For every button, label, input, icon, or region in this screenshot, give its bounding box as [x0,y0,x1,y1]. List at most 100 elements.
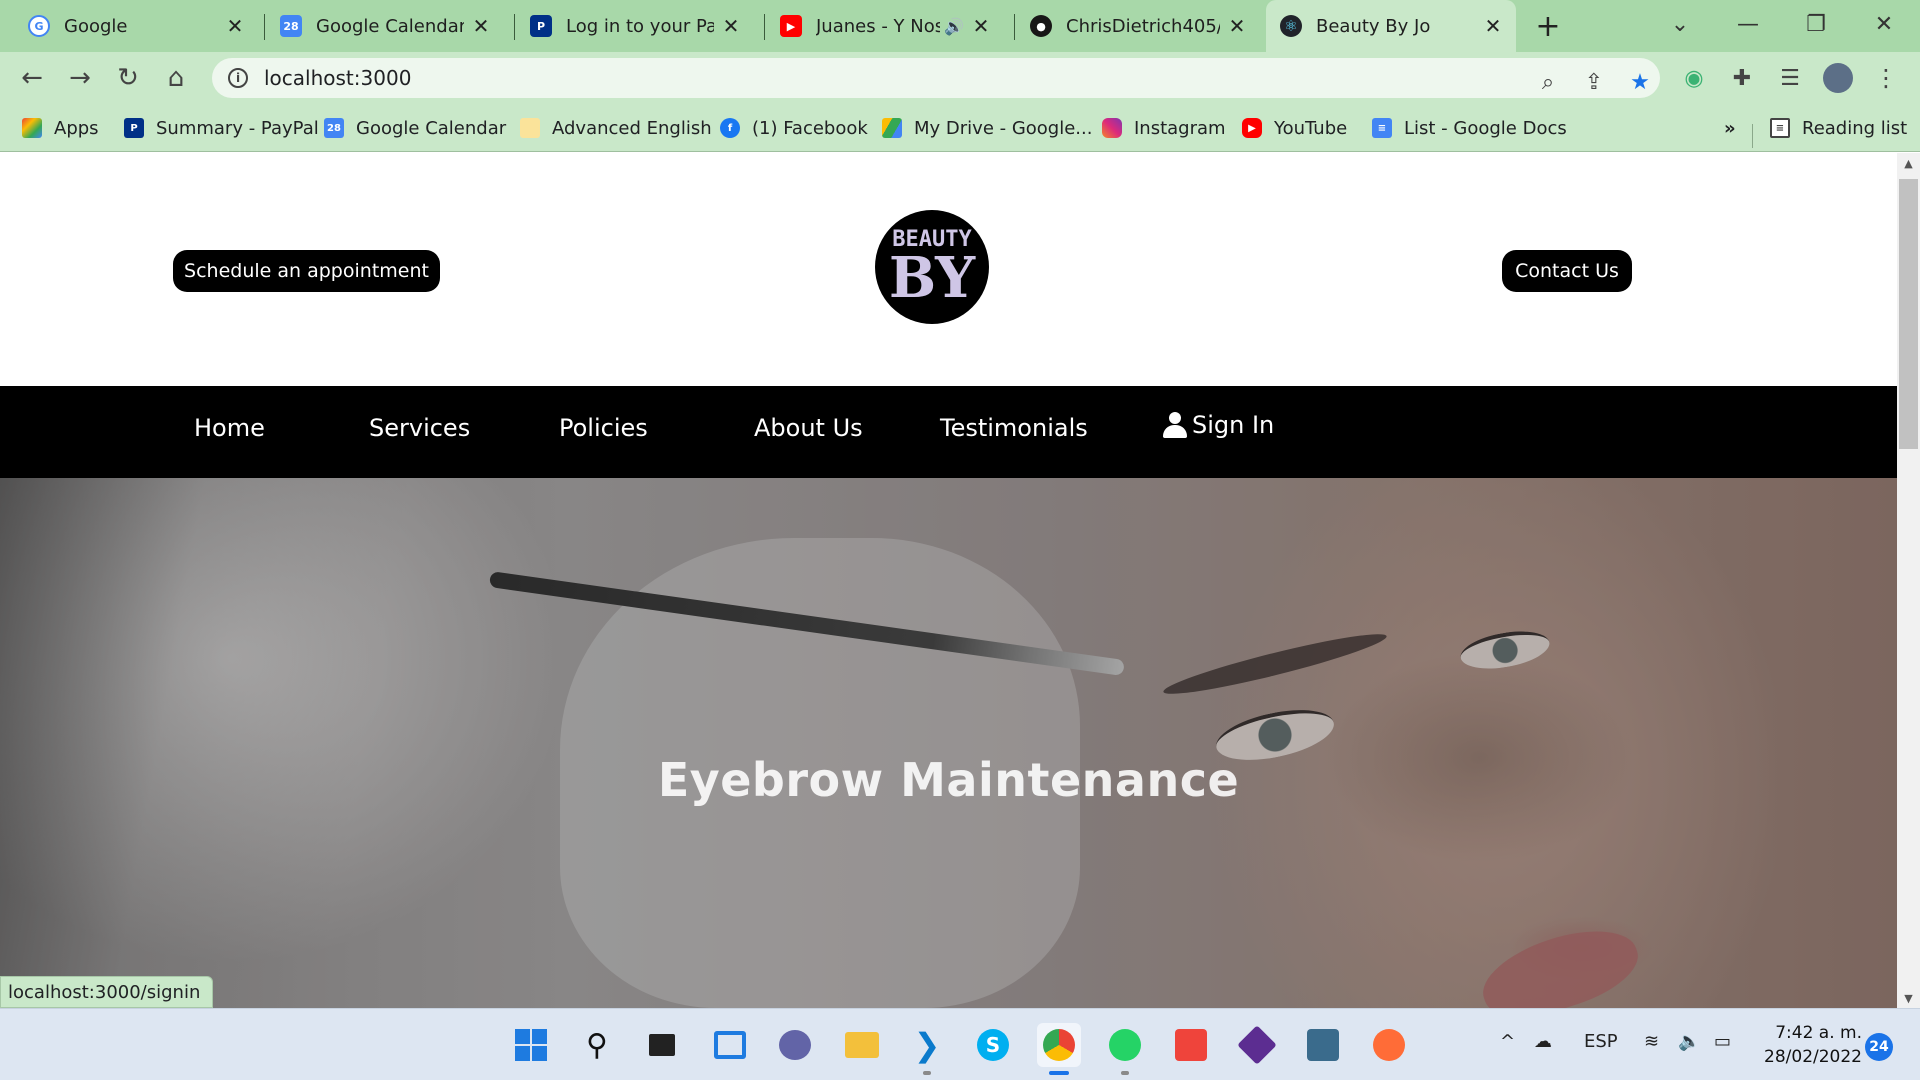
speaker-icon[interactable]: 🔊 [944,17,964,36]
tab-title: ChrisDietrich405/be [1066,15,1220,37]
new-tab-button[interactable]: + [1528,8,1568,44]
browser-tab-strip: G Google ✕ 28 Google Calendar - ✕ P Log … [0,0,1920,52]
battery-icon[interactable]: ▭ [1714,1031,1731,1052]
nav-about-us[interactable]: About Us [754,414,863,442]
notification-count-badge[interactable]: 24 [1865,1033,1893,1061]
widgets-icon[interactable] [708,1023,752,1067]
postman-icon[interactable] [1367,1023,1411,1067]
volume-icon[interactable]: 🔈 [1678,1031,1700,1052]
language-indicator[interactable]: ESP [1584,1031,1618,1052]
file-explorer-icon[interactable] [840,1023,884,1067]
tab-paypal-login[interactable]: P Log in to your PayP ✕ [516,4,754,48]
bookmarks-overflow-button[interactable]: » [1724,114,1736,142]
media-controls-icon[interactable]: ☰ [1772,60,1808,96]
share-icon[interactable]: ⇪ [1578,66,1610,98]
page-viewport: Schedule an appointment BEAUTY BY Contac… [0,153,1897,1008]
nav-policies[interactable]: Policies [559,414,648,442]
search-icon[interactable]: ⚲ [575,1023,619,1067]
scrollbar-thumb[interactable] [1899,179,1918,449]
whatsapp-icon[interactable] [1103,1023,1147,1067]
skype-icon[interactable]: S [971,1023,1015,1067]
vscode-icon[interactable]: ❯ [905,1023,949,1067]
extension-icon[interactable]: ◉ [1676,60,1712,96]
tab-title: Juanes - Y Nos [816,15,941,37]
clock-date: 28/02/2022 [1764,1047,1862,1067]
mysql-workbench-icon[interactable] [1301,1023,1345,1067]
site-header: Schedule an appointment BEAUTY BY Contac… [0,153,1897,386]
hero-title: Eyebrow Maintenance [657,753,1240,807]
system-clock[interactable]: 7:42 a. m. 28/02/2022 [1752,1021,1862,1069]
teams-chat-icon[interactable] [773,1023,817,1067]
tab-search-dropdown-icon[interactable]: ⌄ [1660,6,1700,42]
nav-home[interactable]: Home [194,414,265,442]
close-icon[interactable]: ✕ [970,14,992,38]
close-icon[interactable]: ✕ [1482,14,1504,38]
main-nav: Home Services Policies About Us Testimon… [0,386,1897,478]
tab-title: Google Calendar - [316,15,464,37]
bookmark-google-calendar[interactable]: 28 Google Calendar [324,114,506,142]
close-window-button[interactable]: ✕ [1864,6,1904,42]
bookmark-advanced-english[interactable]: Advanced English [520,114,712,142]
contact-us-button[interactable]: Contact Us [1502,250,1632,292]
bookmark-label: Google Calendar [356,117,507,139]
site-info-icon[interactable]: i [228,68,248,88]
reading-list-button[interactable]: ≡ Reading list [1770,114,1907,142]
address-bar[interactable]: i localhost:3000 ⌕ ⇪ ★ [212,58,1660,98]
back-button[interactable]: ← [14,60,50,96]
forward-button[interactable]: → [62,60,98,96]
minimize-button[interactable]: — [1728,6,1768,42]
close-icon[interactable]: ✕ [1226,14,1248,38]
task-view-icon[interactable] [640,1023,684,1067]
menu-kebab-icon[interactable]: ⋮ [1868,60,1904,96]
react-icon: ⚛ [1280,15,1302,37]
nav-services[interactable]: Services [369,414,470,442]
tab-separator [764,14,765,40]
reload-button[interactable]: ↻ [110,60,146,96]
home-button[interactable]: ⌂ [158,60,194,96]
hero-banner: Eyebrow Maintenance [0,478,1897,1008]
bookmark-facebook[interactable]: f (1) Facebook [720,114,868,142]
bookmark-paypal[interactable]: P Summary - PayPal [124,114,319,142]
chrome-icon[interactable] [1037,1023,1081,1067]
close-icon[interactable]: ✕ [720,14,742,38]
tab-google[interactable]: G Google ✕ [14,4,258,48]
site-logo[interactable]: BEAUTY BY [875,210,989,324]
windows-start-icon[interactable] [509,1023,553,1067]
profile-avatar[interactable] [1820,60,1856,96]
schedule-appointment-button[interactable]: Schedule an appointment [173,250,440,292]
address-bar-url[interactable]: localhost:3000 [264,66,411,90]
bookmark-apps[interactable]: Apps [22,114,99,142]
chevron-up-icon[interactable]: ^ [1500,1031,1515,1052]
bookmark-google-drive[interactable]: My Drive - Google... [882,114,1092,142]
tab-beauty-by-jo[interactable]: ⚛ Beauty By Jo ✕ [1266,0,1516,52]
close-icon[interactable]: ✕ [470,14,492,38]
onedrive-icon[interactable]: ☁ [1534,1031,1552,1052]
visual-studio-icon[interactable] [1235,1023,1279,1067]
calendar-icon: 28 [280,15,302,37]
anydesk-icon[interactable] [1169,1023,1213,1067]
scroll-up-icon[interactable]: ▲ [1897,153,1920,173]
tab-google-calendar[interactable]: 28 Google Calendar - ✕ [266,4,504,48]
wifi-icon[interactable]: ≋ [1644,1031,1659,1052]
close-icon[interactable]: ✕ [224,14,246,38]
scroll-down-icon[interactable]: ▼ [1897,988,1920,1008]
bookmarks-divider [1752,124,1753,148]
bookmark-star-icon[interactable]: ★ [1624,66,1656,98]
page-scrollbar[interactable]: ▲ ▼ [1897,153,1920,1008]
zoom-icon[interactable]: ⌕ [1532,66,1564,98]
tab-youtube-juanes[interactable]: ▶ Juanes - Y Nos 🔊 ✕ [766,4,1004,48]
hero-overlay [0,478,1897,1008]
bookmark-google-docs[interactable]: ≡ List - Google Docs [1372,114,1567,142]
restore-button[interactable]: ❐ [1796,6,1836,42]
bookmark-label: Summary - PayPal [156,117,319,139]
bookmark-instagram[interactable]: Instagram [1102,114,1226,142]
tab-title: Google [64,15,128,37]
paypal-icon: P [124,118,144,138]
tab-github[interactable]: ● ChrisDietrich405/be ✕ [1016,4,1260,48]
bookmark-youtube[interactable]: ▶ YouTube [1242,114,1347,142]
nav-sign-in[interactable]: Sign In [1162,411,1274,439]
nav-testimonials[interactable]: Testimonials [940,414,1088,442]
reading-list-label: Reading list [1802,117,1908,139]
bookmarks-bar: Apps P Summary - PayPal 28 Google Calend… [0,104,1920,152]
extensions-puzzle-icon[interactable]: ✚ [1724,60,1760,96]
